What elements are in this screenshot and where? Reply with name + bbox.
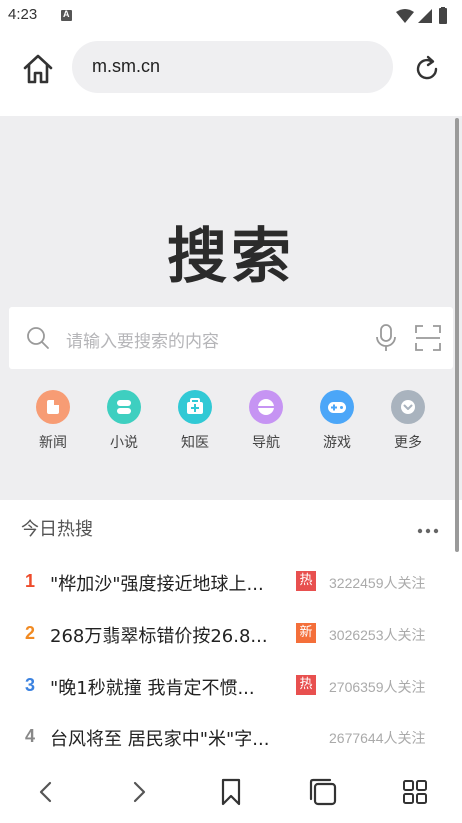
hot-search-item[interactable]: 3 "晚1秒就撞 我肯定不惯... 热 2706359人关注	[0, 662, 462, 714]
bottom-toolbar	[0, 763, 462, 823]
status-time: 4:23	[8, 6, 38, 23]
search-icon	[27, 327, 49, 349]
hot-count: 2706359人关注	[329, 679, 426, 695]
status-bar: 4:23 A	[0, 0, 462, 32]
hot-rank: 1	[25, 571, 36, 591]
hot-count: 3222459人关注	[329, 575, 426, 591]
bookmark-icon[interactable]	[216, 777, 246, 807]
hot-title: 268万翡翠标错价按26.8...	[50, 626, 268, 647]
forward-icon[interactable]	[124, 777, 154, 807]
quick-link-label: 更多	[394, 435, 422, 451]
hot-rank: 4	[25, 726, 36, 746]
quick-link-label: 游戏	[323, 435, 351, 451]
url-field[interactable]: m.sm.cn	[72, 41, 393, 93]
hot-count: 2677644人关注	[329, 730, 426, 746]
notification-icon: A	[61, 9, 72, 21]
hot-badge: 热	[296, 571, 316, 591]
scrollbar[interactable]	[455, 118, 459, 552]
microphone-icon[interactable]	[375, 324, 397, 352]
hot-search-item[interactable]: 2 268万翡翠标错价按26.8... 新 3026253人关注	[0, 610, 462, 662]
hot-title: 台风将至 居民家中"米"字...	[50, 729, 270, 750]
search-placeholder: 请输入要搜索的内容	[66, 332, 219, 352]
quick-link-label: 知医	[181, 435, 209, 451]
game-icon	[320, 390, 354, 424]
hot-rank: 2	[25, 623, 36, 643]
more-icon	[391, 390, 425, 424]
search-input[interactable]: 请输入要搜索的内容	[9, 307, 453, 369]
quick-link-medical[interactable]: 知医	[164, 390, 226, 452]
site-logo: 搜索	[167, 222, 295, 292]
news-icon	[36, 390, 70, 424]
more-options-icon[interactable]	[417, 528, 439, 534]
navigation-icon	[249, 390, 283, 424]
hot-title: "桦加沙"强度接近地球上...	[50, 574, 264, 595]
search-hero: 搜索 请输入要搜索的内容 新闻 小说 知医 导航 游戏 更多	[0, 116, 462, 500]
hot-search-item[interactable]: 4 台风将至 居民家中"米"字... 2677644人关注	[0, 713, 462, 765]
hot-count: 3026253人关注	[329, 627, 426, 643]
menu-grid-icon[interactable]	[400, 777, 430, 807]
hot-badge: 热	[296, 675, 316, 695]
tabs-icon[interactable]	[308, 777, 338, 807]
scan-icon[interactable]	[415, 325, 441, 351]
quick-link-game[interactable]: 游戏	[306, 390, 368, 452]
signal-battery-icons	[396, 7, 447, 24]
quick-link-novel[interactable]: 小说	[93, 390, 155, 452]
back-icon[interactable]	[31, 777, 61, 807]
home-icon[interactable]	[20, 51, 56, 87]
quick-link-news[interactable]: 新闻	[22, 390, 84, 452]
novel-icon	[107, 390, 141, 424]
browser-address-bar: m.sm.cn	[0, 32, 462, 116]
quick-link-label: 新闻	[39, 435, 67, 451]
hot-search-item[interactable]: 1 "桦加沙"强度接近地球上... 热 3222459人关注	[0, 558, 462, 610]
hot-search-title: 今日热搜	[21, 519, 93, 540]
medical-icon	[178, 390, 212, 424]
url-text: m.sm.cn	[92, 56, 161, 76]
quick-link-navigation[interactable]: 导航	[235, 390, 297, 452]
hot-title: "晚1秒就撞 我肯定不惯...	[50, 678, 255, 699]
new-badge: 新	[296, 623, 316, 643]
quick-link-label: 小说	[110, 435, 138, 451]
hot-rank: 3	[25, 675, 36, 695]
quick-link-label: 导航	[252, 435, 280, 451]
reload-icon[interactable]	[411, 53, 443, 85]
quick-link-more[interactable]: 更多	[377, 390, 439, 452]
